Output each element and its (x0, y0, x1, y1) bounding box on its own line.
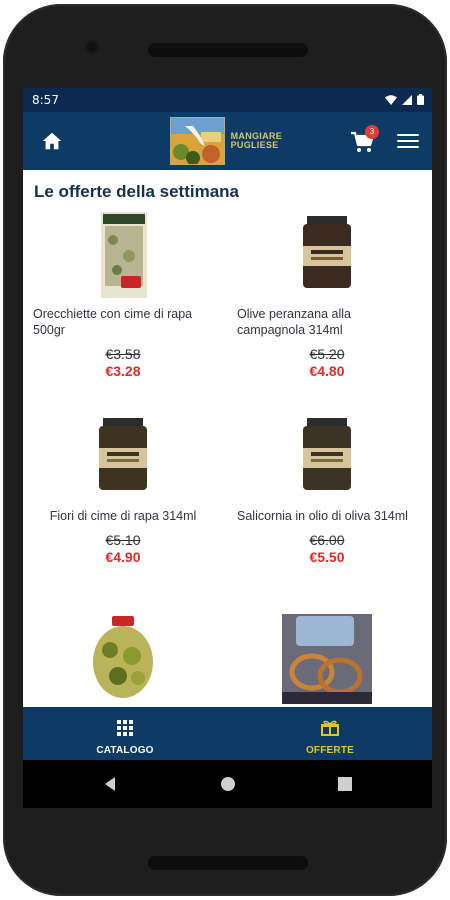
product-name: Fiori di cime di rapa 314ml (49, 509, 197, 523)
product-image (282, 614, 372, 704)
top-speaker (148, 43, 308, 57)
front-camera (87, 42, 97, 52)
nav-catalog-label: CATALOGO (96, 745, 154, 756)
nav-offers-label: OFFERTE (305, 745, 355, 756)
menu-icon[interactable] (397, 134, 419, 150)
cart-count-badge: 3 (365, 125, 379, 139)
status-time: 8:57 (32, 93, 59, 107)
sale-price: €4.80 (309, 363, 345, 379)
page-title: Le offerte della settimana (34, 182, 240, 201)
product-card[interactable]: Orecchiette con cime di rapa 500gr €3.58… (23, 210, 223, 379)
back-icon[interactable] (103, 776, 117, 792)
product-image (289, 412, 365, 502)
product-card[interactable]: Salicornia in olio di oliva 314ml €6.00 … (227, 412, 427, 565)
bottom-navigation: CATALOGO OFFERTE (23, 707, 432, 760)
offers-list: Le offerte della settimana Orecchiette c… (23, 170, 432, 707)
sale-price: €4.90 (105, 549, 141, 565)
brand-line-2: PUGLIESE (230, 140, 279, 150)
wifi-icon (385, 94, 397, 105)
signal-icon (402, 94, 412, 105)
product-name: Orecchiette con cime di rapa 500gr (33, 307, 193, 337)
product-card[interactable] (227, 614, 427, 704)
nav-catalog[interactable]: CATALOGO (23, 707, 227, 760)
home-circle-icon[interactable] (220, 776, 236, 792)
home-icon[interactable] (41, 130, 63, 152)
nav-offers[interactable]: OFFERTE (228, 707, 432, 760)
sale-price: €3.28 (105, 363, 141, 379)
product-card[interactable] (23, 614, 223, 704)
old-price: €5.20 (309, 346, 345, 362)
recents-icon[interactable] (338, 777, 352, 791)
logo-image (170, 117, 225, 165)
product-name: Salicornia in olio di oliva 314ml (237, 509, 408, 523)
product-image (289, 210, 365, 300)
old-price: €6.00 (309, 532, 345, 548)
phone-frame: 8:57 MANGIARE PUGLIESE 3 Le offerte dell… (3, 4, 447, 896)
gift-icon (321, 720, 339, 736)
status-bar: 8:57 (23, 88, 432, 112)
product-image (85, 210, 161, 300)
battery-icon (417, 94, 424, 105)
brand-logo[interactable]: MANGIARE PUGLIESE (170, 117, 282, 165)
product-name: Olive peranzana alla campagnola 314ml (237, 307, 351, 337)
app-bar: MANGIARE PUGLIESE 3 (23, 112, 432, 170)
old-price: €5.10 (105, 532, 141, 548)
system-navigation-bar (23, 760, 432, 808)
product-image (85, 412, 161, 502)
grid-icon (117, 720, 133, 736)
old-price: €3.58 (105, 346, 141, 362)
status-icons (385, 94, 424, 105)
product-card[interactable]: Olive peranzana alla campagnola 314ml €5… (227, 210, 427, 379)
product-card[interactable]: Fiori di cime di rapa 314ml €5.10 €4.90 (23, 412, 223, 565)
bottom-speaker (148, 856, 308, 870)
sale-price: €5.50 (309, 549, 345, 565)
product-image (78, 614, 168, 704)
screen: 8:57 MANGIARE PUGLIESE 3 Le offerte dell… (23, 88, 432, 808)
brand-name: MANGIARE PUGLIESE (231, 132, 282, 150)
